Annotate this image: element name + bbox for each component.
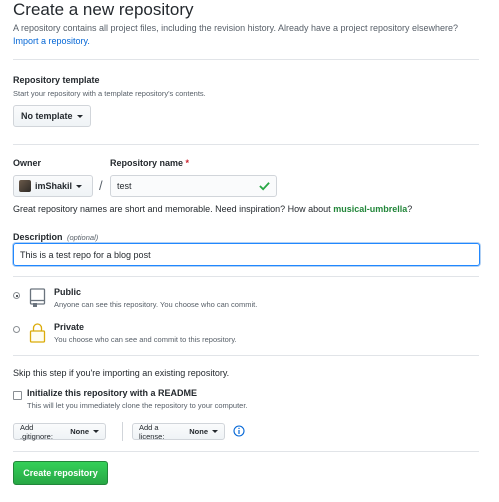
template-button-label: No template [21,111,73,121]
chevron-down-icon [212,430,218,433]
public-description: Anyone can see this repository. You choo… [54,300,258,309]
owner-dropdown-button[interactable]: imShakil [13,175,93,197]
owner-name: imShakil [35,181,73,191]
repo-name-label: Repository name * [110,158,189,168]
description-label-text: Description [13,232,63,242]
divider [13,451,479,452]
readme-label: Initialize this repository with a README [27,388,198,398]
create-repository-button[interactable]: Create repository [13,461,108,485]
license-dropdown[interactable]: Add a license: None [132,422,225,441]
required-mark: * [185,158,190,168]
chevron-down-icon [76,184,83,188]
license-value: None [189,427,208,436]
gitignore-value: None [70,427,89,436]
intro-text: A repository contains all project files,… [13,22,483,48]
private-title: Private [54,322,85,332]
description-value: This is a test repo for a blog post [20,249,151,260]
optional-hint: (optional) [66,233,99,242]
public-radio[interactable] [13,292,20,299]
intro-description: A repository contains all project files,… [13,23,459,33]
template-dropdown-button[interactable]: No template [13,105,91,127]
owner-label: Owner [13,158,42,168]
public-title: Public [54,287,82,297]
divider [13,355,479,356]
divider [13,144,479,145]
divider [13,59,479,60]
chevron-down-icon [93,430,99,433]
private-radio[interactable] [13,326,20,333]
owner-repo-separator: / [99,178,103,193]
private-description: You choose who can see and commit to thi… [54,335,237,344]
new-repo-page: Create a new repository A repository con… [0,0,499,502]
name-suggestion: Great repository names are short and mem… [13,204,412,214]
divider [13,276,479,277]
template-label: Repository template [13,75,100,85]
suggestion-text: Great repository names are short and mem… [13,204,331,214]
gitignore-prefix: Add .gitignore: [20,422,53,441]
avatar [19,180,31,192]
vertical-divider [122,422,123,441]
license-prefix: Add a license: [139,422,165,441]
info-icon[interactable] [233,425,245,437]
chevron-down-icon [76,114,83,118]
repo-name-label-text: Repository name [110,158,184,168]
check-icon [259,182,270,191]
repo-name-input[interactable]: test [110,175,277,197]
template-description: Start your repository with a template re… [13,89,206,98]
lock-icon [29,323,46,343]
readme-description: This will let you immediately clone the … [27,401,248,410]
gitignore-dropdown[interactable]: Add .gitignore: None [13,422,106,441]
repo-icon [29,288,46,307]
readme-checkbox[interactable] [13,391,22,400]
import-repository-link[interactable]: Import a repository. [13,36,90,46]
description-input[interactable]: This is a test repo for a blog post [13,243,480,266]
suggested-name-link[interactable]: musical-umbrella [333,204,407,214]
suggestion-end: ? [407,204,413,214]
page-title: Create a new repository [13,0,194,19]
repo-name-value: test [117,181,132,191]
skip-step-text: Skip this step if you're importing an ex… [13,368,230,378]
